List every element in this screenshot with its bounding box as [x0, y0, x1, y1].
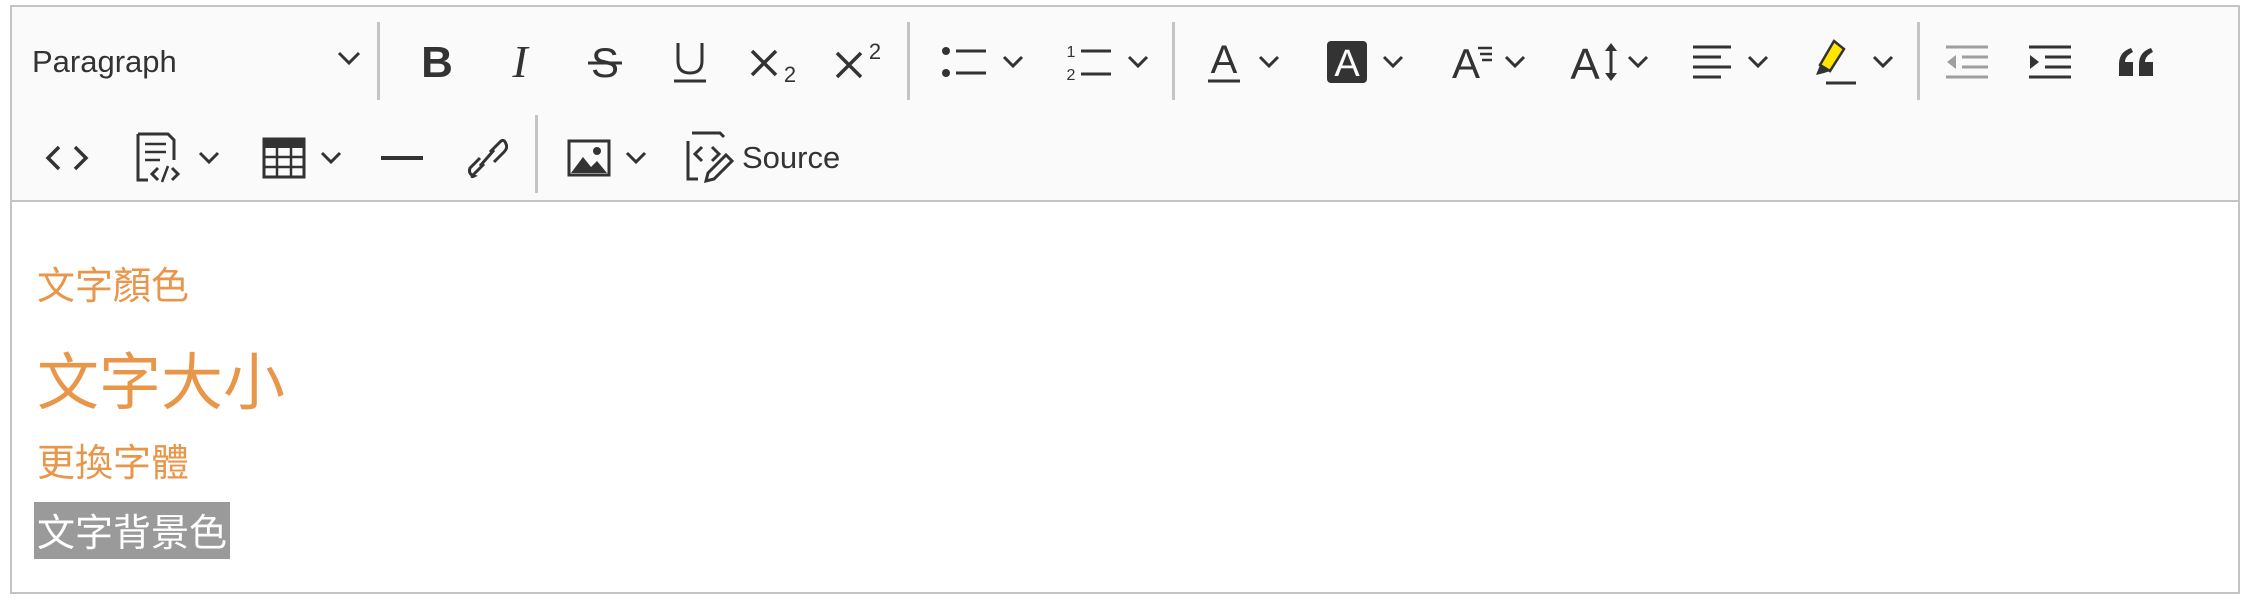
horizontal-line-button[interactable]: [372, 125, 432, 191]
superscript-button[interactable]: 2: [827, 29, 893, 95]
bold-icon: B: [417, 40, 457, 84]
chevron-down-icon: [1258, 54, 1280, 70]
font-family-icon: A: [1448, 40, 1494, 84]
numbered-list-button[interactable]: 12: [1052, 29, 1162, 95]
code-icon: [45, 143, 89, 173]
rich-text-editor: Paragraph B I S 2 2 1 2 A A A A Source 文…: [10, 5, 2240, 594]
font-size-icon: A: [1567, 39, 1619, 85]
bold-button[interactable]: B: [407, 29, 467, 95]
link-icon: [466, 136, 508, 180]
subscript-button[interactable]: 2: [742, 29, 808, 95]
background-colored-text-line[interactable]: 文字背景色: [34, 502, 231, 559]
chevron-down-icon: [1747, 54, 1769, 70]
heading-dropdown-value: Paragraph: [32, 44, 177, 79]
toolbar-separator: [535, 115, 538, 193]
chevron-down-icon: [1627, 54, 1649, 70]
chevron-down-icon: [1872, 54, 1894, 70]
colored-text-line[interactable]: 文字顏色: [37, 255, 189, 310]
svg-text:A: A: [1211, 39, 1238, 82]
outdent-button[interactable]: [1937, 29, 1997, 95]
chevron-down-icon: [1127, 54, 1149, 70]
insert-table-button[interactable]: [252, 125, 352, 191]
font-size-button[interactable]: A: [1558, 29, 1658, 95]
font-color-button[interactable]: A: [1192, 29, 1292, 95]
insert-image-button[interactable]: [557, 125, 657, 191]
toolbar-separator: [907, 22, 910, 100]
code-button[interactable]: [37, 125, 97, 191]
chevron-down-icon: [198, 150, 220, 166]
svg-text:2: 2: [1067, 67, 1076, 83]
numbered-list-icon: 12: [1065, 41, 1113, 83]
chevron-down-icon: [1002, 54, 1024, 70]
code-block-icon: [134, 132, 184, 184]
highlighter-icon: [1810, 37, 1858, 87]
font-changed-text-line[interactable]: 更換字體: [37, 432, 189, 487]
highlight-button[interactable]: [1802, 29, 1902, 95]
indent-icon: [2027, 43, 2073, 81]
alignment-button[interactable]: [1680, 29, 1780, 95]
italic-icon: I: [500, 40, 540, 84]
image-icon: [567, 139, 611, 177]
block-quote-button[interactable]: [2107, 29, 2167, 95]
subscript-icon: 2: [748, 39, 802, 85]
svg-text:2: 2: [784, 62, 796, 85]
svg-text:B: B: [421, 40, 453, 84]
underline-button[interactable]: [660, 29, 720, 95]
bulleted-list-icon: [940, 42, 988, 82]
svg-text:A: A: [1452, 40, 1480, 84]
source-button-label: Source: [742, 140, 841, 175]
svg-text:A: A: [1570, 40, 1600, 85]
toolbar-separator: [377, 22, 380, 100]
align-left-icon: [1691, 42, 1733, 82]
indent-button[interactable]: [2020, 29, 2080, 95]
chevron-down-icon: [320, 150, 342, 166]
toolbar-separator: [1172, 22, 1175, 100]
source-button[interactable]: Source: [684, 125, 854, 191]
strikethrough-button[interactable]: S: [575, 29, 635, 95]
source-edit-icon: [684, 131, 734, 185]
link-button[interactable]: [457, 125, 517, 191]
large-text-line[interactable]: 文字大小: [37, 332, 285, 422]
font-color-icon: A: [1204, 39, 1244, 85]
italic-button[interactable]: I: [490, 29, 550, 95]
font-family-button[interactable]: A: [1437, 29, 1537, 95]
toolbar-separator: [1917, 22, 1920, 100]
svg-text:A: A: [1334, 43, 1360, 84]
svg-text:I: I: [511, 40, 530, 84]
svg-text:1: 1: [1067, 44, 1076, 61]
editor-toolbar: Paragraph B I S 2 2 1 2 A A A A Source: [12, 7, 2238, 202]
superscript-icon: 2: [833, 39, 887, 85]
bulleted-list-button[interactable]: [927, 29, 1037, 95]
font-background-color-button[interactable]: A: [1315, 29, 1415, 95]
underline-icon: [670, 39, 710, 85]
heading-dropdown[interactable]: Paragraph: [32, 27, 362, 97]
chevron-down-icon: [625, 150, 647, 166]
strikethrough-icon: S: [585, 40, 625, 84]
code-block-button[interactable]: [122, 125, 232, 191]
table-icon: [262, 137, 306, 179]
font-background-color-icon: A: [1326, 40, 1368, 84]
outdent-icon: [1944, 43, 1990, 81]
chevron-down-icon: [1504, 54, 1526, 70]
horizontal-line-icon: [380, 153, 424, 163]
svg-text:2: 2: [869, 39, 881, 64]
chevron-down-icon: [336, 49, 362, 71]
chevron-down-icon: [1382, 54, 1404, 70]
quote-icon: [2117, 46, 2157, 78]
